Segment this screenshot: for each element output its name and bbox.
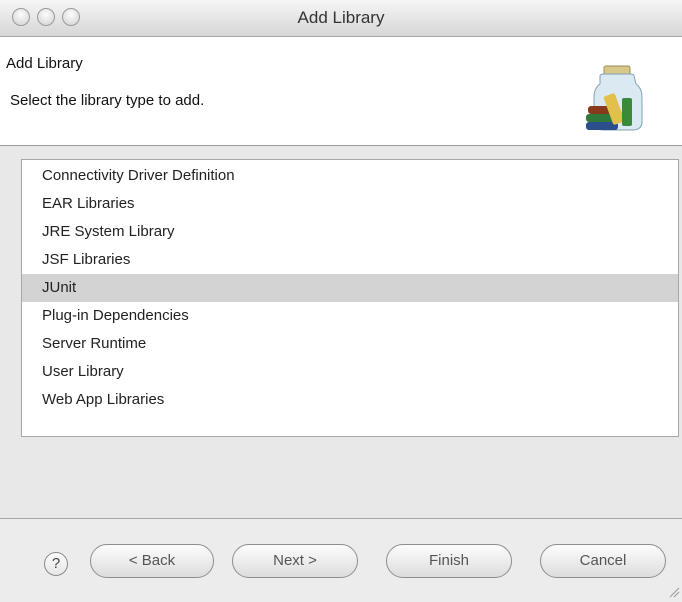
list-item[interactable]: Server Runtime [22,330,678,358]
add-library-dialog: Add Library Add Library Select the libra… [0,0,682,602]
list-item[interactable]: Connectivity Driver Definition [22,162,678,190]
list-item-selected[interactable]: JUnit [22,274,678,302]
resize-grip-icon[interactable] [668,586,680,598]
list-item[interactable]: Plug-in Dependencies [22,302,678,330]
list-item[interactable]: Web App Libraries [22,386,678,414]
library-jar-icon [586,65,643,131]
list-item[interactable]: JSF Libraries [22,246,678,274]
wizard-header: Add Library Select the library type to a… [0,37,682,146]
next-button[interactable]: Next > [232,544,358,578]
back-button[interactable]: < Back [90,544,214,578]
title-bar: Add Library [0,0,682,37]
cancel-button[interactable]: Cancel [540,544,666,578]
page-title: Add Library [6,55,83,72]
page-description: Select the library type to add. [10,92,205,109]
list-item[interactable]: User Library [22,358,678,386]
list-item[interactable]: JRE System Library [22,218,678,246]
library-type-list[interactable]: Connectivity Driver Definition EAR Libra… [21,159,679,437]
list-item[interactable]: EAR Libraries [22,190,678,218]
help-button[interactable]: ? [44,552,68,576]
window-title: Add Library [297,8,385,27]
finish-button[interactable]: Finish [386,544,512,578]
